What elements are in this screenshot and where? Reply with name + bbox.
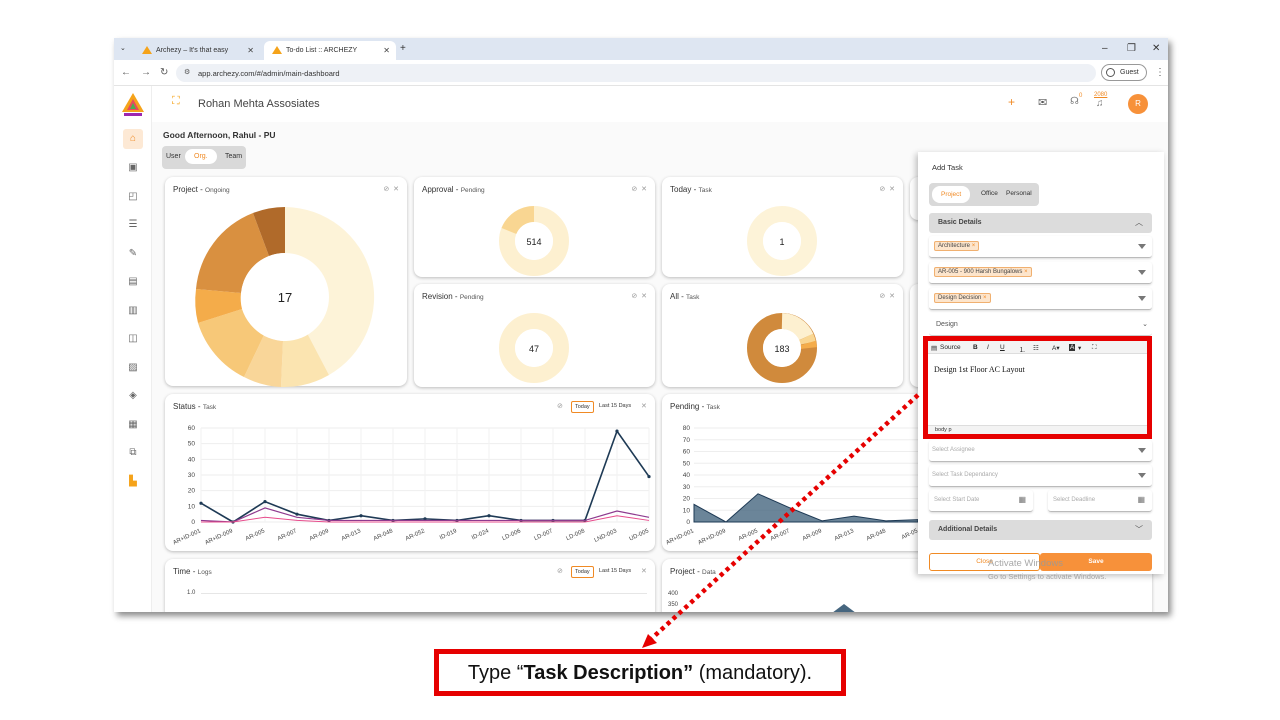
- callout-pre: Type “: [467, 662, 524, 684]
- callout-bold: Task Description”: [523, 662, 694, 684]
- instruction-callout: Type “Task Description” (mandatory).: [434, 649, 846, 696]
- annotation-arrow: [642, 393, 920, 648]
- callout-post: (mandatory).: [693, 662, 813, 684]
